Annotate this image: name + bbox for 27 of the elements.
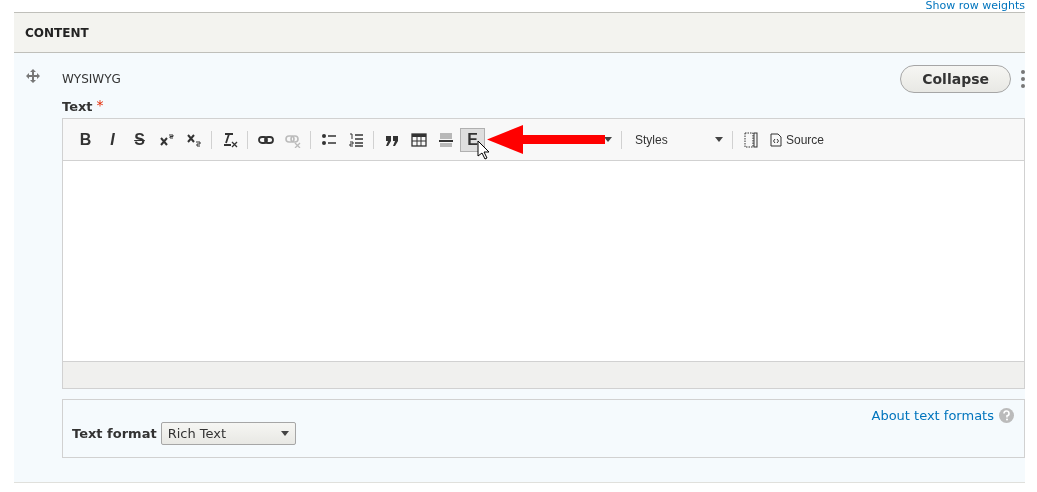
bullet-list-icon xyxy=(320,131,337,148)
text-format-select[interactable]: Rich Text xyxy=(160,422,296,445)
field-label: Text xyxy=(62,99,93,114)
caret-icon xyxy=(280,431,289,436)
toolbar-button[interactable]: S xyxy=(127,127,152,152)
remove-format-icon xyxy=(221,131,238,148)
about-text-formats-link[interactable]: About text formats xyxy=(871,408,994,423)
superscript-icon xyxy=(158,131,175,148)
show-row-weights-link[interactable]: Show row weights xyxy=(925,0,1025,12)
source-button[interactable]: Source xyxy=(765,127,830,152)
document-code-icon xyxy=(770,132,782,147)
toolbar-button[interactable]: I xyxy=(100,127,125,152)
caret-icon xyxy=(604,137,612,142)
table-icon xyxy=(410,131,427,148)
toolbar-button[interactable]: B xyxy=(73,127,98,152)
show-blocks-icon xyxy=(742,131,759,148)
text-format-label: Text format xyxy=(72,426,157,441)
paragraph-type-label: WYSIWYG xyxy=(62,72,121,86)
section-title: CONTENT xyxy=(25,25,89,40)
horizontal-rule-icon xyxy=(437,131,454,148)
toolbar-dropdown[interactable]: Styles xyxy=(627,127,727,152)
collapse-button[interactable]: Collapse xyxy=(900,65,1011,93)
caret-icon xyxy=(715,137,723,142)
move-handle-icon[interactable] xyxy=(26,69,40,83)
numbered-list-icon xyxy=(347,131,364,148)
required-mark: * xyxy=(96,99,104,112)
more-options-icon[interactable] xyxy=(1021,70,1025,88)
